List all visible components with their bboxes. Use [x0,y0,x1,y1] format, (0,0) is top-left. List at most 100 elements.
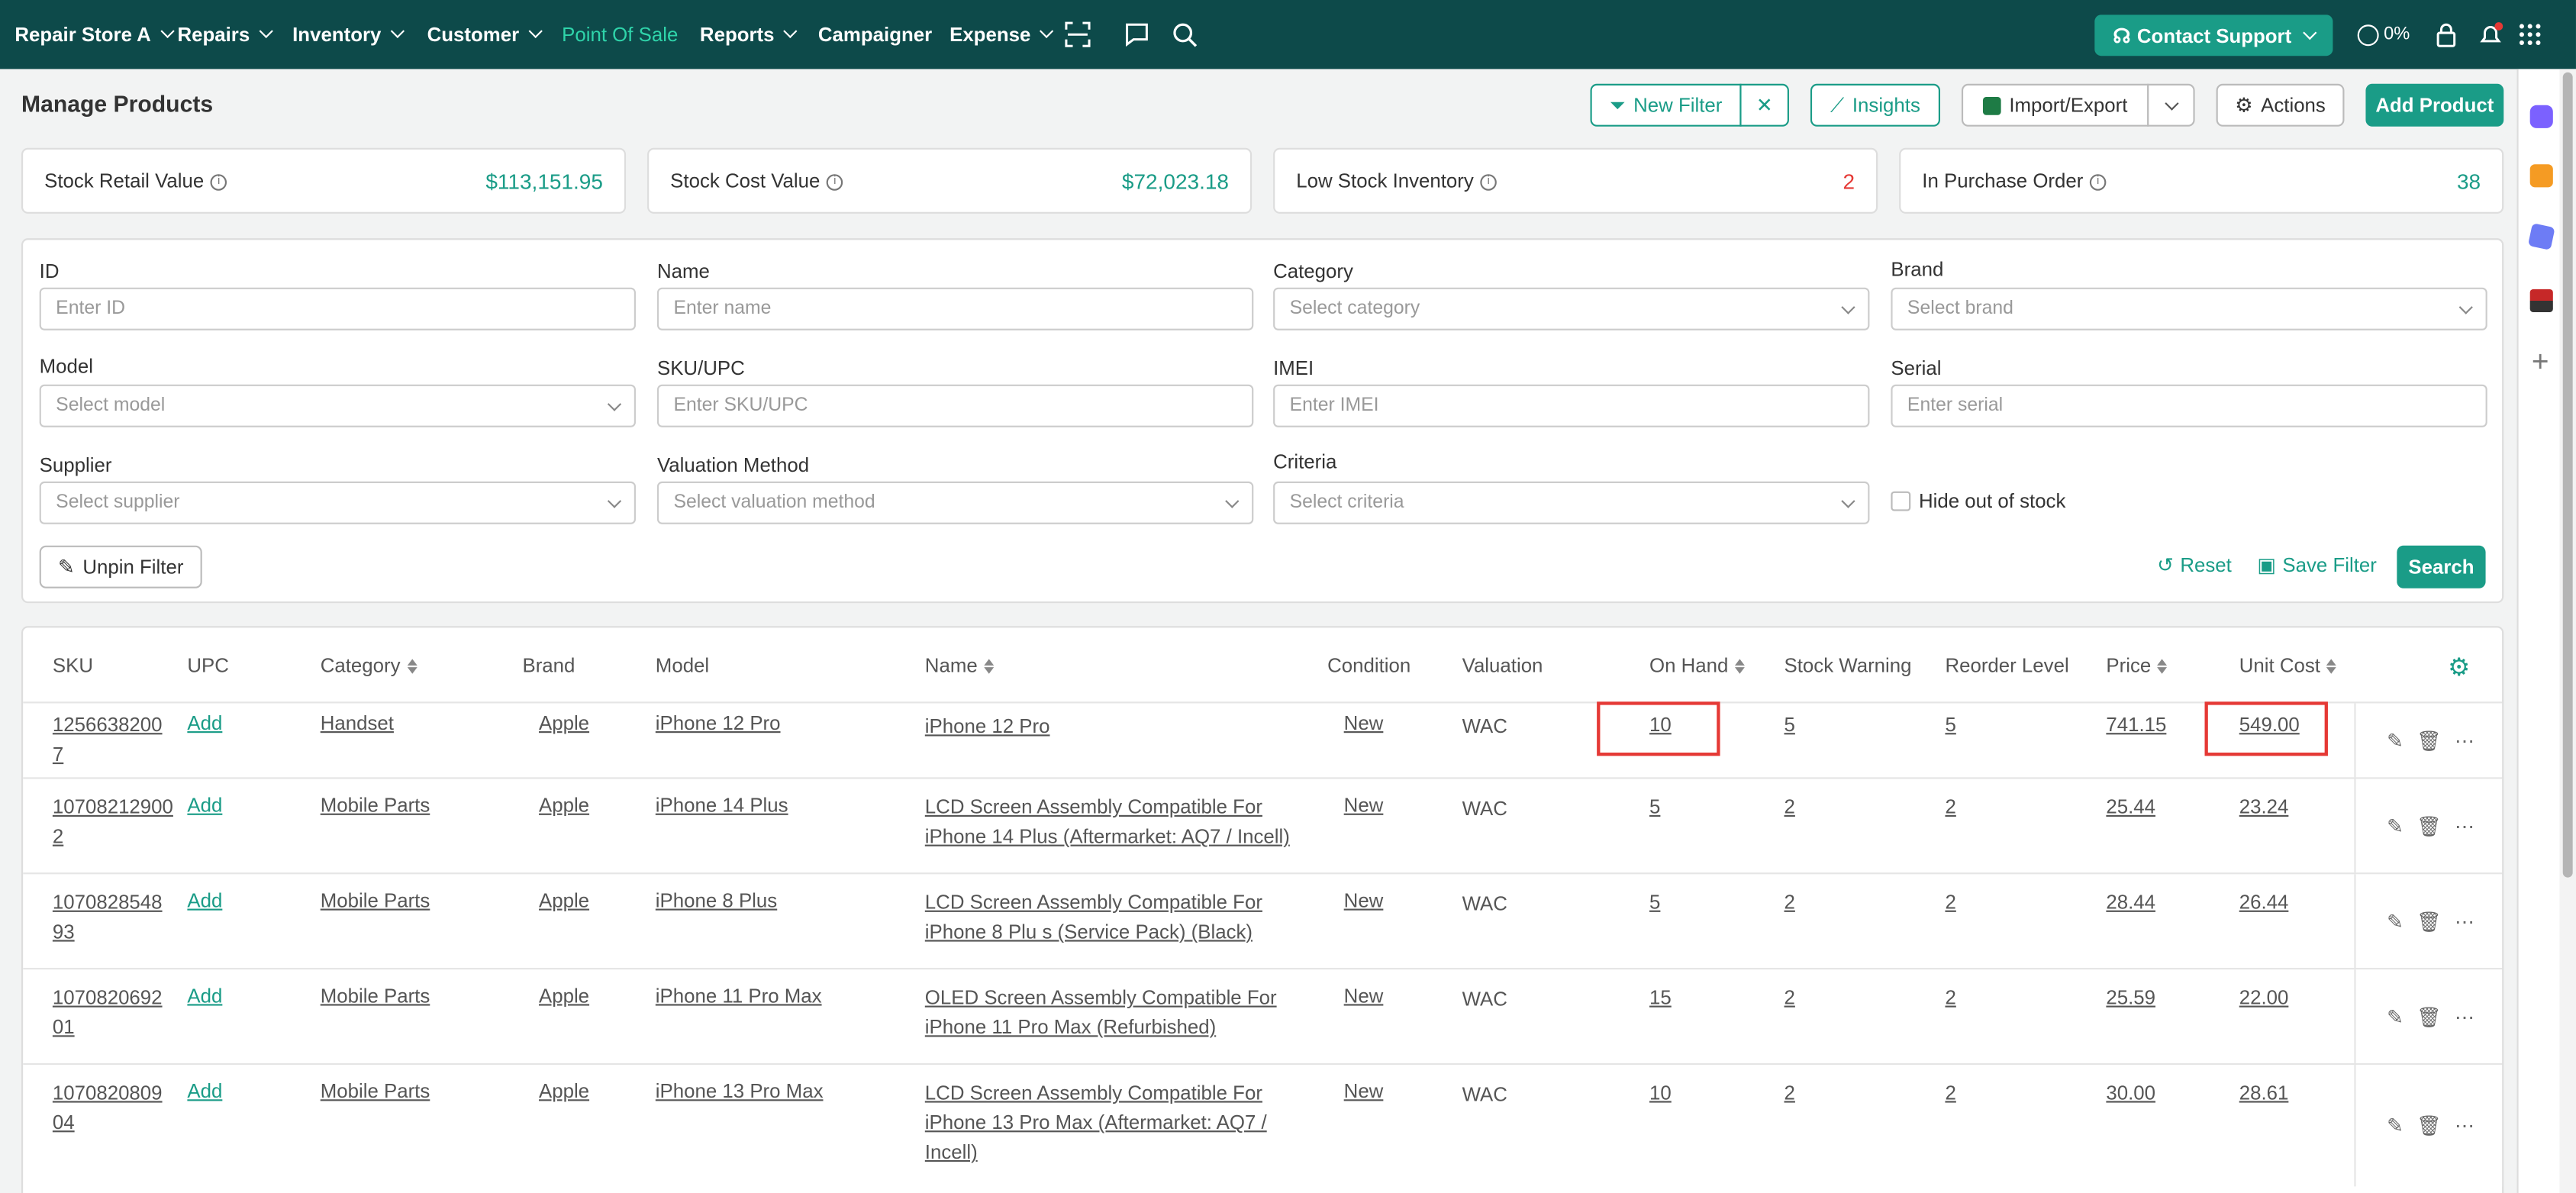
add-upc-link[interactable]: Add [187,708,222,738]
model-cell[interactable]: iPhone 11 Pro Max [656,981,822,1011]
valuation-select[interactable]: Select valuation method [656,481,1254,524]
price-cell[interactable]: 25.59 [2106,982,2155,1012]
price-cell[interactable]: 28.44 [2106,888,2155,917]
stock-warning-cell[interactable]: 5 [1785,710,1795,740]
stock-warning-cell[interactable]: 2 [1785,792,1795,822]
add-upc-link[interactable]: Add [187,791,222,821]
trash-icon[interactable]: 🗑 [2416,1114,2442,1137]
edit-icon[interactable]: ✎ [2387,910,2404,933]
brand-cell[interactable]: Apple [539,708,589,738]
sku-cell[interactable]: 10708212900 2 [53,792,173,852]
edit-icon[interactable]: ✎ [2387,729,2404,752]
chat-icon[interactable] [1124,0,1149,69]
category-cell[interactable]: Mobile Parts [321,1076,430,1106]
sku-cell[interactable]: 1070828548 93 [53,888,163,947]
reorder-level-cell[interactable]: 2 [1945,982,1955,1012]
name-input[interactable]: Enter name [656,287,1254,330]
edit-icon[interactable]: ✎ [2387,814,2404,837]
condition-cell[interactable]: New [1344,885,1384,915]
reorder-level-cell[interactable]: 5 [1945,710,1955,740]
extension-copilot-icon[interactable] [2529,105,2553,128]
sku-cell[interactable]: 1070820692 01 [53,982,163,1042]
table-row[interactable]: 10708212900 2 Add Mobile Parts Apple iPho… [23,777,2503,873]
import-export-dropdown[interactable] [2147,83,2195,127]
unpin-filter-button[interactable]: ✎ Unpin Filter [39,545,202,588]
column-header-on-hand[interactable]: On Hand [1649,654,1745,677]
add-upc-link[interactable]: Add [187,885,222,915]
extension-notes-icon[interactable] [2529,164,2553,188]
info-icon[interactable]: i [826,173,843,191]
edit-icon[interactable]: ✎ [2387,1004,2404,1027]
plus-icon[interactable]: + [2532,345,2549,379]
condition-cell[interactable]: New [1344,791,1384,821]
lock-icon[interactable] [2435,0,2458,69]
table-row[interactable]: 1070820692 01 Add Mobile Parts Apple iPho… [23,968,2503,1063]
trash-icon[interactable]: 🗑 [2416,729,2442,752]
nav-point-of-sale[interactable]: Point Of Sale [562,0,678,69]
insights-button[interactable]: ⟋ Insights [1810,83,1940,127]
info-icon[interactable]: i [2089,173,2107,191]
model-select[interactable]: Select model [39,384,636,427]
brand-cell[interactable]: Apple [539,1076,589,1106]
unit-cost-cell[interactable]: 23.24 [2239,792,2289,822]
stock-warning-cell[interactable]: 2 [1785,888,1795,917]
model-cell[interactable]: iPhone 14 Plus [656,791,788,821]
brand-cell[interactable]: Apple [539,791,589,821]
new-filter-button[interactable]: ⏷ New Filter [1590,83,1742,127]
table-row[interactable]: 1070828548 93 Add Mobile Parts Apple iPho… [23,872,2503,969]
page-scrollbar[interactable] [2559,69,2576,1193]
name-cell[interactable]: LCD Screen Assembly Compatible For iPhone… [925,888,1262,947]
supplier-select[interactable]: Select supplier [39,481,636,524]
column-settings-gear-icon[interactable]: ⚙ [2448,653,2470,682]
on-hand-cell[interactable]: 15 [1649,982,1672,1012]
category-cell[interactable]: Handset [321,708,394,738]
save-filter-button[interactable]: ▣ Save Filter [2257,554,2376,577]
reorder-level-cell[interactable]: 2 [1945,1078,1955,1108]
condition-cell[interactable]: New [1344,1076,1384,1106]
more-icon[interactable]: ⋯ [2455,729,2474,752]
on-hand-cell[interactable]: 5 [1649,888,1660,917]
unit-cost-cell[interactable]: 26.44 [2239,888,2289,917]
info-icon[interactable]: i [1480,173,1497,191]
add-product-button[interactable]: Add Product [2365,83,2504,127]
sku-cell[interactable]: 1070820809 04 [53,1078,163,1137]
nav-repairs[interactable]: Repairs [177,0,273,69]
trash-icon[interactable]: 🗑 [2416,814,2442,837]
extension-red-icon[interactable] [2529,289,2553,313]
model-cell[interactable]: iPhone 8 Plus [656,885,777,915]
info-icon[interactable]: i [210,173,227,191]
price-cell[interactable]: 741.15 [2106,710,2166,740]
stock-warning-cell[interactable]: 2 [1785,1078,1795,1108]
model-cell[interactable]: iPhone 13 Pro Max [656,1076,824,1106]
price-cell[interactable]: 25.44 [2106,792,2155,822]
trash-icon[interactable]: 🗑 [2416,1004,2442,1027]
condition-cell[interactable]: New [1344,708,1384,738]
search-button[interactable]: Search [2397,545,2486,588]
model-cell[interactable]: iPhone 12 Pro [656,708,781,738]
name-cell[interactable]: LCD Screen Assembly Compatible For iPhone… [925,1078,1267,1166]
trash-icon[interactable]: 🗑 [2416,910,2442,933]
nav-customer[interactable]: Customer [427,0,543,69]
bell-icon[interactable] [2478,0,2503,69]
hide-out-of-stock-checkbox[interactable] [1891,491,1911,511]
reorder-level-cell[interactable]: 2 [1945,888,1955,917]
name-cell[interactable]: iPhone 12 Pro [925,711,1050,741]
search-icon[interactable] [1172,0,1198,69]
brand-select[interactable]: Select brand [1891,287,2487,330]
category-cell[interactable]: Mobile Parts [321,791,430,821]
category-cell[interactable]: Mobile Parts [321,981,430,1011]
add-upc-link[interactable]: Add [187,981,222,1011]
contact-support-button[interactable]: ☊ Contact Support [2094,15,2333,56]
scrollbar-thumb[interactable] [2562,72,2573,878]
category-select[interactable]: Select category [1273,287,1870,330]
store-selector[interactable]: Repair Store A [15,0,175,69]
name-cell[interactable]: OLED Screen Assembly Compatible For iPhon… [925,982,1277,1042]
more-icon[interactable]: ⋯ [2455,1114,2474,1137]
criteria-select[interactable]: Select criteria [1273,481,1870,524]
apps-grid-icon[interactable] [2519,0,2542,69]
unit-cost-cell[interactable]: 28.61 [2239,1078,2289,1108]
add-upc-link[interactable]: Add [187,1076,222,1106]
more-icon[interactable]: ⋯ [2455,910,2474,933]
sku-input[interactable]: Enter SKU/UPC [656,384,1254,427]
on-hand-cell[interactable]: 10 [1649,1078,1672,1108]
